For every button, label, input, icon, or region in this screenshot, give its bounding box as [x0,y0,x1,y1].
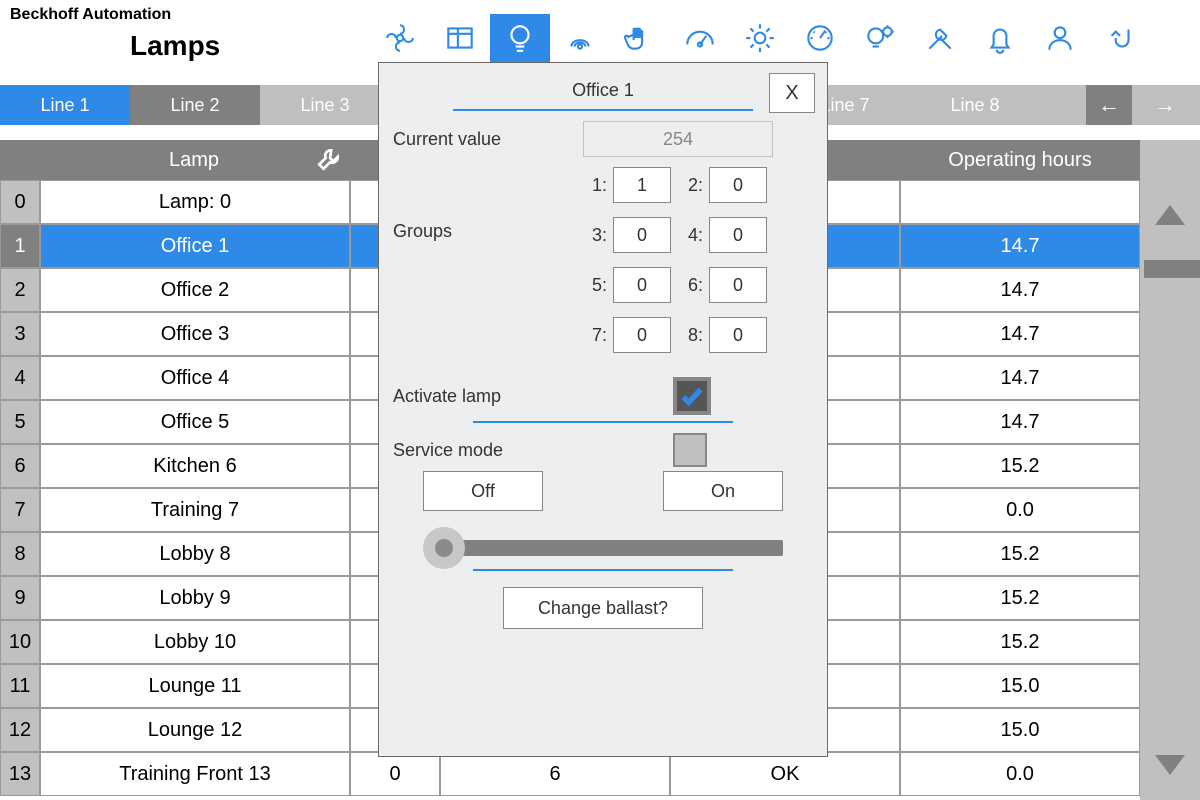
wrench-icon[interactable] [316,146,342,172]
current-value-field[interactable]: 254 [583,121,773,157]
lamp-name-cell: Lobby 9 [40,576,350,620]
off-button[interactable]: Off [423,471,543,511]
row-index: 11 [0,664,40,708]
brightness-slider[interactable] [423,535,783,561]
lamp-name-cell: Lamp: 0 [40,180,350,224]
tools-icon[interactable] [910,14,970,62]
signal-icon[interactable] [550,14,610,62]
on-button[interactable]: On [663,471,783,511]
col-hours: Operating hours [900,140,1140,180]
groups-label: Groups [393,167,523,367]
table-row[interactable]: 13Training Front 1306OK0.0 [0,752,1200,796]
activate-lamp-label: Activate lamp [393,386,523,407]
group-2-field[interactable]: 0 [709,167,767,203]
scrollbar[interactable] [1140,140,1200,800]
lamp-dialog: Office 1 X Current value 254 Groups 1:1 … [378,62,828,757]
tab-line-8[interactable]: Line 8 [910,85,1040,125]
lamp-name-cell: Lobby 8 [40,532,350,576]
hours-cell: 14.7 [900,312,1140,356]
gauge-icon[interactable] [670,14,730,62]
row-index: 6 [0,444,40,488]
lamp-name-cell: Kitchen 6 [40,444,350,488]
row-index: 13 [0,752,40,796]
tab-line-2[interactable]: Line 2 [130,85,260,125]
hours-cell: 14.7 [900,356,1140,400]
group-4-field[interactable]: 0 [709,217,767,253]
slider-thumb[interactable] [423,527,465,569]
activate-lamp-checkbox[interactable] [673,377,711,415]
page-title: Lamps [130,30,220,62]
hours-cell: 15.0 [900,708,1140,752]
group-7-field[interactable]: 0 [613,317,671,353]
row-index: 1 [0,224,40,268]
window-icon[interactable] [430,14,490,62]
lamp-icon[interactable] [490,14,550,62]
hours-cell: 15.2 [900,620,1140,664]
current-value-label: Current value [393,129,523,150]
row-index: 0 [0,180,40,224]
lamp-name-cell: Lobby 10 [40,620,350,664]
scroll-up-icon[interactable] [1140,180,1200,250]
group-8-field[interactable]: 0 [709,317,767,353]
user-icon[interactable] [1030,14,1090,62]
row-index: 4 [0,356,40,400]
row-index: 10 [0,620,40,664]
hours-cell: 15.2 [900,444,1140,488]
hours-cell: 0.0 [900,488,1140,532]
hand-icon[interactable] [610,14,670,62]
lamp-name-cell: Lounge 12 [40,708,350,752]
lamp-name-cell: Office 5 [40,400,350,444]
hours-cell: 15.2 [900,576,1140,620]
scroll-thumb[interactable] [1144,260,1200,278]
hours-cell [900,180,1140,224]
group-5-field[interactable]: 0 [613,267,671,303]
row-index: 3 [0,312,40,356]
group-3-field[interactable]: 0 [613,217,671,253]
sun-icon[interactable] [730,14,790,62]
lamp-name-cell: Office 3 [40,312,350,356]
lamp-name-cell: Lounge 11 [40,664,350,708]
row-index: 2 [0,268,40,312]
lamp-name-cell: Office 2 [40,268,350,312]
hours-cell: 14.7 [900,224,1140,268]
row-index: 8 [0,532,40,576]
scroll-down-icon[interactable] [1140,730,1200,800]
lamp-name-cell: Office 4 [40,356,350,400]
back-icon[interactable] [1090,14,1150,62]
row-index: 7 [0,488,40,532]
brand-label: Beckhoff Automation [10,6,171,24]
lamp-name-cell: Training 7 [40,488,350,532]
change-ballast-button[interactable]: Change ballast? [503,587,703,629]
lamp-name-cell: Office 1 [40,224,350,268]
col-lamp: Lamp [40,140,350,180]
fan-icon[interactable] [370,14,430,62]
tabs-prev-button[interactable]: ← [1086,85,1132,125]
toolbar [370,14,1150,62]
col-a-cell: 0 [350,752,440,796]
hours-cell: 14.7 [900,268,1140,312]
bell-icon[interactable] [970,14,1030,62]
dialog-title: Office 1 [572,80,634,101]
row-index: 9 [0,576,40,620]
tab-line-1[interactable]: Line 1 [0,85,130,125]
group-1-field[interactable]: 1 [613,167,671,203]
hours-cell: 14.7 [900,400,1140,444]
service-mode-label: Service mode [393,440,523,461]
bulb-gear-icon[interactable] [850,14,910,62]
service-mode-checkbox[interactable] [673,433,707,467]
hours-cell: 0.0 [900,752,1140,796]
meter-icon[interactable] [790,14,850,62]
row-index: 5 [0,400,40,444]
tabs-next-button[interactable]: → [1142,85,1188,125]
col-b-cell: 6 [440,752,670,796]
hours-cell: 15.0 [900,664,1140,708]
status-cell: OK [670,752,900,796]
group-6-field[interactable]: 0 [709,267,767,303]
hours-cell: 15.2 [900,532,1140,576]
tab-line-3[interactable]: Line 3 [260,85,390,125]
row-index: 12 [0,708,40,752]
lamp-name-cell: Training Front 13 [40,752,350,796]
close-button[interactable]: X [769,73,815,113]
